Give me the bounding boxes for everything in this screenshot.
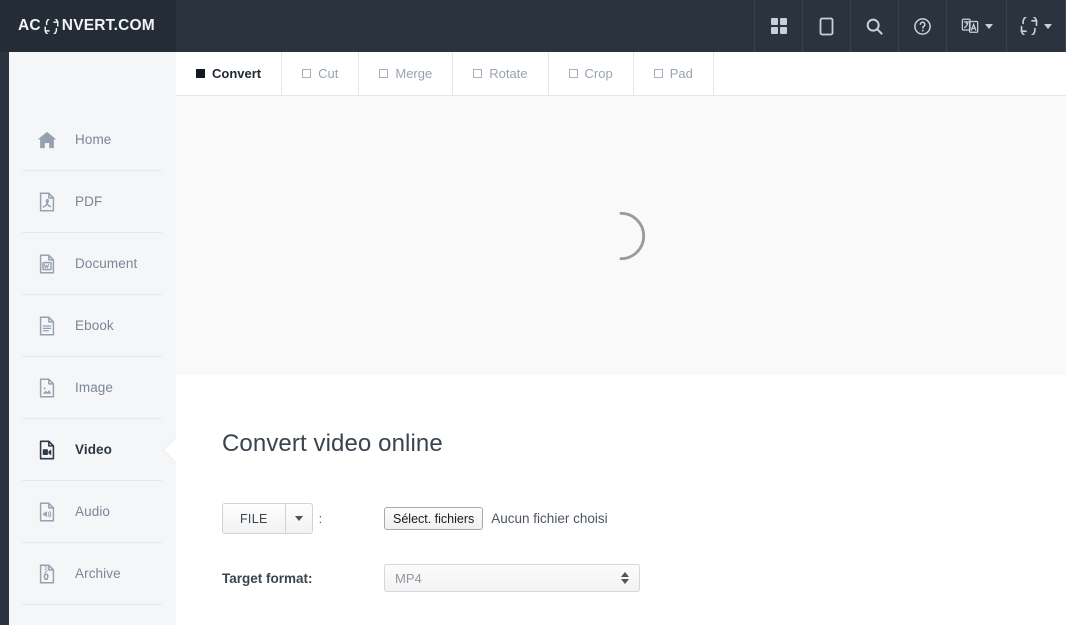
source-type-control: FILE : (222, 503, 384, 534)
updown-arrows-icon (621, 572, 629, 584)
sidebar-item-label: Ebook (75, 318, 114, 333)
tabbar-filler (714, 52, 1066, 95)
tab-label: Merge (395, 66, 433, 81)
audio-file-icon (35, 500, 59, 524)
target-format-value: MP4 (395, 570, 422, 586)
main-content: Convert Cut Merge Rotate Crop Pad Conver… (176, 52, 1066, 625)
tab-pad[interactable]: Pad (634, 52, 714, 95)
help-circle-icon[interactable] (898, 0, 946, 52)
convert-refresh-icon-header[interactable] (1006, 0, 1066, 52)
home-icon (35, 128, 59, 152)
tool-tabs: Convert Cut Merge Rotate Crop Pad (176, 52, 1066, 96)
file-input[interactable]: Sélect. fichiers Aucun fichier choisi (384, 507, 608, 530)
tab-label: Rotate (489, 66, 528, 81)
tab-label: Cut (318, 66, 339, 81)
sidebar-item-home[interactable]: Home (9, 109, 176, 170)
brand-logo: AC NVERT.COM (18, 17, 155, 35)
active-indicator-arrow (164, 436, 176, 463)
loading-spinner-icon (594, 209, 648, 263)
top-header: AC NVERT.COM (0, 0, 1066, 52)
chevron-down-icon (1044, 23, 1052, 29)
checkbox-icon (302, 69, 312, 78)
pdf-file-icon (35, 190, 59, 214)
sidebar-item-label: Home (75, 132, 112, 147)
sidebar-item-ebook[interactable]: Ebook (9, 295, 176, 356)
sidebar-item-audio[interactable]: Audio (9, 481, 176, 542)
sidebar-item-label: Image (75, 380, 114, 395)
sidebar-item-image[interactable]: Image (9, 357, 176, 418)
sidebar-item-label: Document (75, 256, 138, 271)
tab-label: Crop (584, 66, 613, 81)
apps-grid-icon[interactable] (754, 0, 802, 52)
convert-refresh-icon (44, 18, 59, 34)
target-format-select[interactable]: MP4 (384, 564, 640, 592)
tab-label: Convert (212, 66, 262, 81)
app-root: AC NVERT.COM Home PDF Document Ebook Ima… (0, 0, 1066, 625)
target-format-label: Target format: (222, 570, 313, 586)
tablet-icon[interactable] (802, 0, 850, 52)
chevron-down-icon (294, 516, 303, 521)
video-file-icon (35, 438, 59, 462)
ebook-file-icon (35, 314, 59, 338)
image-file-icon (35, 376, 59, 400)
checkbox-icon (653, 69, 663, 78)
left-rail (0, 52, 9, 625)
header-spacer (176, 0, 754, 52)
sidebar-item-pdf[interactable]: PDF (9, 171, 176, 232)
sidebar-item-label: Video (75, 442, 113, 457)
tab-rotate[interactable]: Rotate (453, 52, 549, 95)
sidebar-item-archive[interactable]: Archive (9, 543, 176, 604)
tab-merge[interactable]: Merge (359, 52, 454, 95)
sidebar-item-document[interactable]: Document (9, 233, 176, 294)
sidebar-top-spacer (9, 52, 176, 109)
bottom-rail-sliver (0, 617, 9, 625)
tab-convert[interactable]: Convert (176, 52, 283, 95)
source-type-dropdown-toggle[interactable] (284, 503, 313, 534)
chevron-down-icon (984, 23, 993, 29)
source-colon: : (318, 511, 323, 526)
header-actions (754, 0, 1066, 52)
sidebar-item-label: PDF (75, 194, 103, 209)
file-browse-button[interactable]: Sélect. fichiers (384, 507, 484, 530)
sidebar-item-video[interactable]: Video (9, 419, 176, 480)
convert-form-section: Convert video online FILE : Sélect. fich… (176, 430, 1066, 592)
sidebar-divider (22, 604, 162, 605)
search-icon[interactable] (850, 0, 898, 52)
target-format-row: Target format: MP4 (222, 564, 1066, 592)
source-file-row: FILE : Sélect. fichiers Aucun fichier ch… (222, 503, 1066, 534)
tab-cut[interactable]: Cut (282, 52, 360, 95)
brand-prefix: AC (18, 17, 41, 34)
checkbox-icon (379, 69, 389, 78)
sidebar-item-label: Archive (75, 566, 121, 581)
brand-area[interactable]: AC NVERT.COM (0, 0, 176, 52)
page-title: Convert video online (222, 430, 443, 457)
tab-crop[interactable]: Crop (549, 52, 634, 95)
tab-label: Pad (669, 66, 693, 81)
checkbox-icon (196, 69, 205, 78)
file-status-text: Aucun fichier choisi (491, 511, 608, 526)
sidebar: Home PDF Document Ebook Image Video Audi… (9, 52, 176, 625)
checkbox-icon (473, 69, 483, 78)
source-type-button-group: FILE (222, 503, 313, 534)
word-document-icon (35, 252, 59, 276)
archive-file-icon (35, 562, 59, 586)
loading-panel (176, 96, 1066, 375)
source-type-button[interactable]: FILE (222, 503, 285, 534)
brand-suffix: NVERT.COM (61, 17, 155, 34)
checkbox-icon (568, 69, 578, 78)
language-translate-icon[interactable] (946, 0, 1006, 52)
sidebar-item-label: Audio (75, 504, 111, 519)
